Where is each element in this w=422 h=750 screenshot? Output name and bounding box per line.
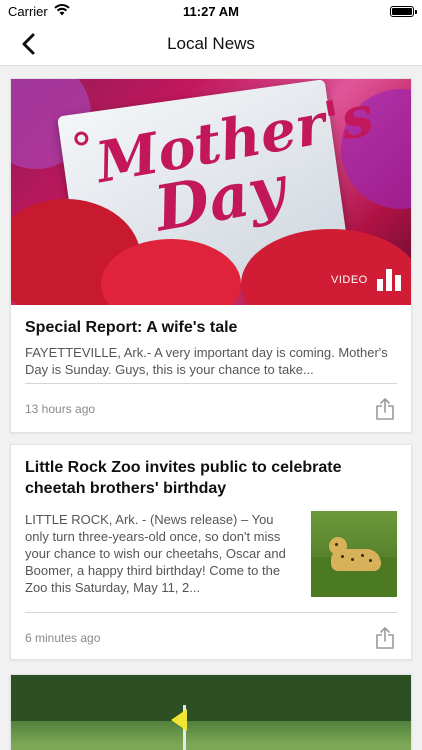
article-footer: 6 minutes ago xyxy=(11,613,411,663)
status-left: Carrier xyxy=(8,4,70,19)
article-timestamp: 13 hours ago xyxy=(25,402,96,416)
video-bars-icon xyxy=(377,269,401,291)
share-button[interactable] xyxy=(373,625,397,651)
battery-level xyxy=(392,7,412,15)
flag-icon xyxy=(171,709,187,731)
video-label: VIDEO xyxy=(331,274,368,286)
article-card[interactable]: Little Rock Zoo invites public to celebr… xyxy=(10,444,412,660)
share-icon xyxy=(376,627,394,649)
article-description: LITTLE ROCK, Ark. - (News release) – You… xyxy=(25,512,286,595)
share-button[interactable] xyxy=(373,396,397,422)
article-title[interactable]: Little Rock Zoo invites public to celebr… xyxy=(25,457,397,499)
article-timestamp: 6 minutes ago xyxy=(25,631,101,645)
article-thumbnail[interactable] xyxy=(311,511,397,597)
article-content-row: LITTLE ROCK, Ark. - (News release) – You… xyxy=(25,511,397,597)
status-bar: Carrier 11:27 AM xyxy=(0,0,422,22)
carrier-label: Carrier xyxy=(8,3,48,19)
article-body: Little Rock Zoo invites public to celebr… xyxy=(11,445,411,612)
battery-icon xyxy=(390,5,417,17)
article-title[interactable]: Special Report: A wife's tale xyxy=(25,317,397,338)
news-feed[interactable]: Mother's Day VIDEO Special Report: A wif… xyxy=(0,66,422,750)
chevron-left-icon xyxy=(22,33,35,55)
article-body: Special Report: A wife's tale FAYETTEVIL… xyxy=(11,305,411,383)
article-card[interactable] xyxy=(10,674,412,750)
wifi-icon xyxy=(54,3,70,19)
page-title: Local News xyxy=(167,33,255,53)
article-footer: 13 hours ago xyxy=(11,384,411,434)
article-description: FAYETTEVILLE, Ark.- A very important day… xyxy=(25,345,388,377)
nav-bar: Local News xyxy=(0,22,422,66)
back-button[interactable] xyxy=(14,30,42,58)
article-hero-image[interactable]: Mother's Day VIDEO xyxy=(11,79,411,305)
article-hero-image[interactable] xyxy=(11,675,411,750)
share-icon xyxy=(376,398,394,420)
article-card[interactable]: Mother's Day VIDEO Special Report: A wif… xyxy=(10,78,412,433)
